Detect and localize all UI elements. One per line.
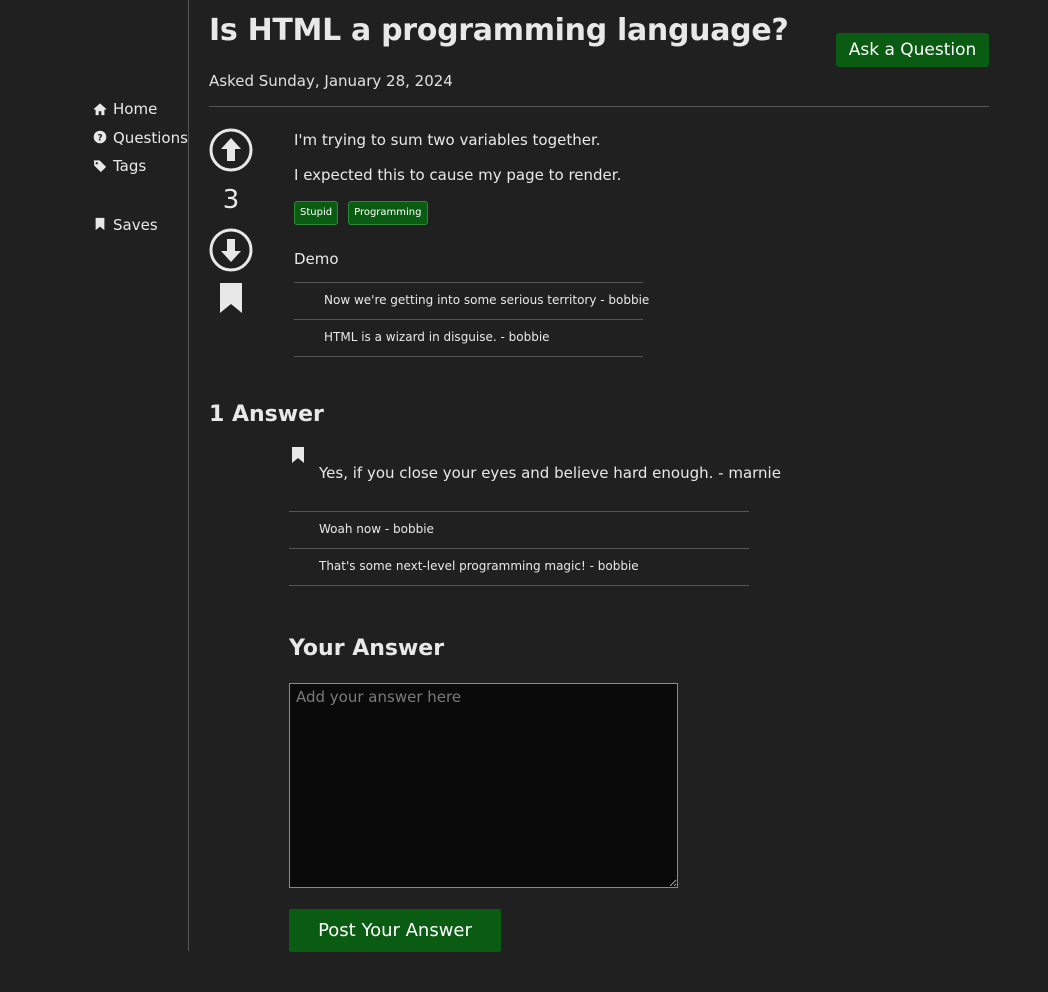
question-body: I'm trying to sum two variables together… bbox=[294, 131, 649, 357]
sidebar-item-label: Home bbox=[113, 100, 158, 119]
vote-panel: 3 bbox=[209, 128, 253, 314]
comment: Now we're getting into some serious terr… bbox=[294, 283, 649, 320]
answer-input[interactable] bbox=[289, 683, 678, 888]
bookmark-icon bbox=[93, 217, 108, 232]
question-author: Demo bbox=[294, 250, 339, 268]
your-answer-heading: Your Answer bbox=[289, 636, 445, 661]
tag-icon bbox=[93, 159, 108, 174]
sidebar-item-label: Tags bbox=[113, 157, 147, 176]
question-paragraph: I'm trying to sum two variables together… bbox=[294, 131, 601, 149]
sidebar-item-tags[interactable]: Tags bbox=[93, 152, 188, 181]
tag-stupid[interactable]: Stupid bbox=[294, 201, 339, 225]
answer-item: Yes, if you close your eyes and believe … bbox=[289, 446, 781, 586]
answer-text: Yes, if you close your eyes and believe … bbox=[319, 464, 781, 482]
sidebar-item-home[interactable]: Home bbox=[93, 95, 188, 124]
answers-heading: 1 Answer bbox=[209, 402, 324, 427]
sidebar-item-label: Saves bbox=[113, 215, 158, 234]
downvote-icon[interactable] bbox=[209, 228, 253, 272]
tag-list: Stupid Programming bbox=[294, 201, 643, 225]
comment: Woah now - bobbie bbox=[289, 512, 749, 549]
comment: That's some next-level programming magic… bbox=[289, 549, 749, 586]
home-icon bbox=[93, 102, 108, 117]
sidebar: Home ? Questions Tags Saves bbox=[0, 0, 189, 951]
post-answer-button[interactable]: Post Your Answer bbox=[289, 909, 501, 952]
tag-programming[interactable]: Programming bbox=[348, 201, 428, 225]
question-comments: Now we're getting into some serious terr… bbox=[294, 282, 649, 357]
comment: HTML is a wizard in disguise. - bobbie bbox=[294, 320, 643, 357]
upvote-icon[interactable] bbox=[209, 128, 253, 172]
ask-question-button[interactable]: Ask a Question bbox=[836, 33, 989, 67]
answer-comments: Woah now - bobbie That's some next-level… bbox=[289, 511, 749, 586]
page: Home ? Questions Tags Saves Is HTML a pr… bbox=[0, 0, 1048, 992]
sidebar-item-saves[interactable]: Saves bbox=[93, 211, 188, 240]
question-paragraph: I expected this to cause my page to rend… bbox=[294, 166, 622, 184]
question-circle-icon: ? bbox=[93, 130, 108, 145]
page-title: Is HTML a programming language? bbox=[209, 13, 789, 48]
vote-count: 3 bbox=[222, 185, 240, 215]
sidebar-item-questions[interactable]: ? Questions bbox=[93, 124, 188, 153]
bookmark-icon[interactable] bbox=[291, 446, 305, 464]
asked-date: Asked Sunday, January 28, 2024 bbox=[209, 72, 453, 90]
svg-text:?: ? bbox=[97, 133, 102, 144]
bookmark-icon[interactable] bbox=[219, 282, 243, 314]
sidebar-nav: Home ? Questions Tags Saves bbox=[93, 95, 188, 239]
sidebar-item-label: Questions bbox=[113, 128, 188, 147]
header-divider bbox=[209, 106, 989, 107]
